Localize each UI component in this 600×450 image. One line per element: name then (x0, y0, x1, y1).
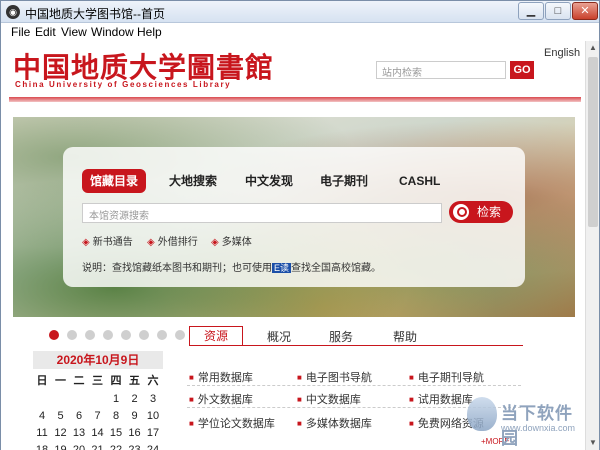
carousel-dot[interactable] (139, 330, 149, 340)
menu-edit[interactable]: Edit (35, 25, 56, 39)
tab-cashl[interactable]: CASHL (399, 169, 440, 193)
calendar-day[interactable]: 3 (144, 391, 162, 407)
calendar-day[interactable]: 13 (70, 425, 88, 441)
diamond-icon: ◈ (82, 237, 90, 248)
tab-help[interactable]: 帮助 (393, 328, 417, 345)
tab-services[interactable]: 服务 (329, 328, 353, 345)
calendar-day[interactable]: 16 (126, 425, 144, 441)
menu-view[interactable]: View (61, 25, 87, 39)
tab-ejournals[interactable]: 电子期刊 (320, 169, 368, 193)
scroll-down-icon[interactable]: ▼ (586, 436, 600, 450)
calendar-weekday: 日 (36, 375, 48, 387)
calendar-weekday: 一 (55, 375, 66, 387)
calendar-day[interactable]: 19 (52, 442, 70, 450)
shield-icon (467, 397, 497, 431)
resource-link[interactable]: ■ 中文数据库 (297, 391, 361, 407)
vertical-scrollbar[interactable]: ▲ ▼ (585, 41, 599, 450)
edu-reader-link[interactable]: E读 (272, 263, 292, 273)
calendar-day[interactable]: 7 (89, 408, 107, 424)
calendar-day[interactable]: 12 (52, 425, 70, 441)
quick-link-multimedia[interactable]: ◈ 多媒体 (211, 233, 252, 248)
resource-link[interactable]: ■ 试用数据库 (409, 391, 473, 407)
calendar-day[interactable]: 5 (52, 408, 70, 424)
calendar-day[interactable]: 9 (126, 408, 144, 424)
go-button[interactable]: GO (510, 61, 534, 79)
carousel-dot[interactable] (85, 330, 95, 340)
calendar-weekday: 六 (147, 375, 159, 387)
tab-overview[interactable]: 概况 (267, 328, 291, 345)
menu-window[interactable]: Window (91, 25, 134, 39)
header-divider (9, 97, 581, 102)
title-bar: ◉ 中国地质大学图书馆--首页 ▁ □ ✕ (1, 1, 599, 23)
scroll-thumb[interactable] (588, 57, 598, 227)
resource-link[interactable]: ■ 多媒体数据库 (297, 415, 372, 431)
resource-link[interactable]: ■ 外文数据库 (189, 391, 253, 407)
calendar-day[interactable]: 1 (107, 391, 125, 407)
tab-underline (189, 345, 523, 346)
search-panel: 馆藏目录 大地搜索 中文发现 电子期刊 CASHL 本馆资源搜索 检索 ◈ 新书通… (63, 147, 525, 287)
calendar-day[interactable]: 21 (89, 442, 107, 450)
tab-chinese-discovery[interactable]: 中文发现 (245, 169, 293, 193)
carousel-dot[interactable] (49, 330, 59, 340)
calendar-weekday: 五 (129, 375, 140, 387)
watermark-url: www.downxia.com (501, 423, 576, 433)
tab-dadi-search[interactable]: 大地搜索 (169, 169, 217, 193)
window-title: 中国地质大学图书馆--首页 (25, 7, 165, 21)
minimize-button[interactable]: ▁ (518, 2, 544, 20)
calendar-weekday: 二 (73, 375, 85, 387)
quick-link-loan-ranking[interactable]: ◈ 外借排行 (147, 233, 198, 248)
carousel-dot[interactable] (157, 330, 167, 340)
search-button-label: 检索 (477, 205, 502, 219)
calendar-day[interactable]: 10 (144, 408, 162, 424)
resource-link[interactable]: ■ 电子期刊导航 (409, 369, 484, 385)
library-logo-english: China University of Geosciences Library (15, 80, 232, 89)
carousel-dot[interactable] (175, 330, 185, 340)
carousel-dot[interactable] (67, 330, 77, 340)
calendar-day[interactable]: 15 (107, 425, 125, 441)
calendar-day[interactable]: 23 (126, 442, 144, 450)
calendar-day[interactable]: 17 (144, 425, 162, 441)
resource-link[interactable]: ■ 常用数据库 (189, 369, 253, 385)
calendar-day[interactable]: 18 (33, 442, 51, 450)
menu-help[interactable]: Help (137, 25, 162, 39)
carousel-dot[interactable] (121, 330, 131, 340)
maximize-button[interactable]: □ (545, 2, 571, 20)
menu-bar: File Edit View Window Help (1, 23, 599, 41)
site-search-input[interactable]: 站内检索 (376, 61, 506, 79)
calendar-weekday: 三 (92, 375, 103, 387)
diamond-icon: ◈ (211, 237, 219, 248)
calendar-day[interactable]: 14 (89, 425, 107, 441)
browser-window: ◉ 中国地质大学图书馆--首页 ▁ □ ✕ File Edit View Win… (0, 0, 600, 450)
page-content: 中国地质大学圖書館 China University of Geoscience… (1, 41, 585, 450)
calendar-day[interactable]: 6 (70, 408, 88, 424)
tab-catalog[interactable]: 馆藏目录 (82, 169, 147, 193)
resource-link[interactable]: ■ 电子图书导航 (297, 369, 372, 385)
close-button[interactable]: ✕ (572, 2, 598, 20)
calendar-day[interactable]: 20 (70, 442, 88, 450)
search-button[interactable]: 检索 (449, 201, 513, 223)
tab-resources[interactable]: 资源 (189, 326, 243, 346)
calendar-day[interactable]: 24 (144, 442, 162, 450)
watermark: 当下软件园 www.downxia.com (467, 395, 585, 450)
menu-file[interactable]: File (11, 25, 30, 39)
library-search-input[interactable]: 本馆资源搜索 (82, 203, 442, 223)
calendar-day[interactable]: 22 (107, 442, 125, 450)
diamond-icon: ◈ (147, 237, 155, 248)
resource-link[interactable]: ■ 学位论文数据库 (189, 415, 275, 431)
app-icon: ◉ (6, 5, 20, 19)
calendar-date: 2020年10月9日 (33, 351, 163, 369)
carousel-dot[interactable] (103, 330, 113, 340)
calendar-day[interactable]: 8 (107, 408, 125, 424)
calendar-weekday: 四 (110, 375, 122, 387)
scroll-up-icon[interactable]: ▲ (586, 41, 600, 55)
calendar-day[interactable]: 4 (33, 408, 51, 424)
quick-link-new-books[interactable]: ◈ 新书通告 (82, 233, 133, 248)
search-icon (453, 204, 469, 220)
calendar-day[interactable]: 11 (33, 425, 51, 441)
row-divider (187, 385, 521, 386)
calendar-day[interactable]: 2 (126, 391, 144, 407)
search-note: 说明：查找馆藏纸本图书和期刊；也可使用 E读 查找全国高校馆藏。 (82, 263, 382, 274)
english-link[interactable]: English (544, 47, 580, 59)
